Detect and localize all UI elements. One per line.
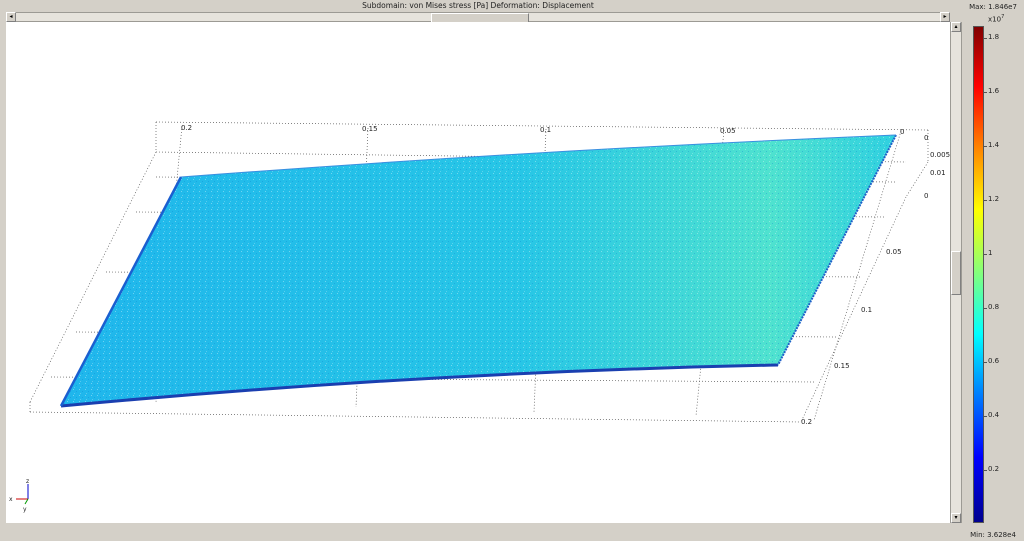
colorbar-tick-label: 1 <box>988 249 993 258</box>
colorbar-gradient <box>973 26 984 523</box>
plot-title: Subdomain: von Mises stress [Pa] Deforma… <box>362 1 594 10</box>
colorbar-max-label: Max: 1.846e7 <box>969 3 1017 11</box>
colorbar-tick-mark <box>984 308 987 310</box>
triad-y-label: y <box>23 506 27 513</box>
arrow-left-icon: ◂ <box>9 13 13 20</box>
colorbar-tick-label: 0.4 <box>988 411 1000 420</box>
arrow-right-icon: ▸ <box>943 13 947 20</box>
arrow-up-icon: ▴ <box>954 23 958 30</box>
axis-triad-icon: z x y <box>9 478 29 513</box>
x-tick-label: 0.2 <box>181 124 192 132</box>
colorbar-tick-mark <box>984 38 987 40</box>
triad-x-label: x <box>9 496 13 503</box>
colorbar-tick-label: 0.6 <box>988 357 1000 366</box>
colorbar-tick-label: 1.8 <box>988 33 1000 42</box>
x-tick-label: 0.15 <box>362 125 378 133</box>
colorbar-exponent: x107 <box>988 14 1005 24</box>
scroll-left-button[interactable]: ◂ <box>6 12 16 22</box>
z-tick-label: 0 <box>924 134 928 142</box>
z-tick-label: 0.01 <box>930 169 946 177</box>
colorbar-tick-mark <box>984 200 987 202</box>
y-tick-label: 0 <box>924 192 928 200</box>
x-tick-label: 0.05 <box>720 127 736 135</box>
colorbar-tick-label: 0.8 <box>988 303 1000 312</box>
colorbar-tick-mark <box>984 416 987 418</box>
x-tick-label: 0.1 <box>540 126 551 134</box>
arrow-down-icon: ▾ <box>954 514 958 521</box>
colorbar-tick-label: 1.2 <box>988 195 1000 204</box>
colorbar-tick-label: 1.6 <box>988 87 1000 96</box>
colorbar-tick-mark <box>984 362 987 364</box>
colorbar-tick-label: 0.2 <box>988 465 1000 474</box>
x-axis-ticks: 0.2 0.15 0.1 0.05 0 <box>181 124 904 136</box>
colorbar-panel: Max: 1.846e7 x107 1.8 1.6 1.4 1.2 1 0.8 0.6 0.4… <box>962 0 1024 541</box>
horizontal-scrollbar[interactable]: ◂ ▸ <box>6 12 950 23</box>
y-tick-label: 0.15 <box>834 362 850 370</box>
colorbar-tick-mark <box>984 146 987 148</box>
colorbar-min-label: Min: 3.628e4 <box>970 531 1016 539</box>
plate-3d-plot: 0.2 0.15 0.1 0.05 0 0 0.005 0.01 0 0.05 … <box>9 121 950 513</box>
scroll-up-button[interactable]: ▴ <box>951 22 961 32</box>
triad-z-label: z <box>26 478 29 485</box>
scroll-down-button[interactable]: ▾ <box>951 513 961 523</box>
y-tick-label: 0.1 <box>861 306 872 314</box>
z-axis-ticks: 0 0.005 0.01 <box>924 134 950 177</box>
colorbar-tick-mark <box>984 470 987 472</box>
y-tick-label: 0.05 <box>886 248 902 256</box>
y-tick-label: 0.2 <box>801 418 812 426</box>
plot-viewport[interactable]: 0.2 0.15 0.1 0.05 0 0 0.005 0.01 0 0.05 … <box>6 22 950 523</box>
z-tick-label: 0.005 <box>930 151 950 159</box>
x-tick-label: 0 <box>900 128 904 136</box>
scroll-right-button[interactable]: ▸ <box>940 12 950 22</box>
colorbar-tick-label: 1.4 <box>988 141 1000 150</box>
vertical-scroll-thumb[interactable] <box>951 251 961 295</box>
colorbar-tick-mark <box>984 254 987 256</box>
vertical-scrollbar[interactable]: ▴ ▾ <box>950 22 962 523</box>
colorbar-tick-mark <box>984 92 987 94</box>
